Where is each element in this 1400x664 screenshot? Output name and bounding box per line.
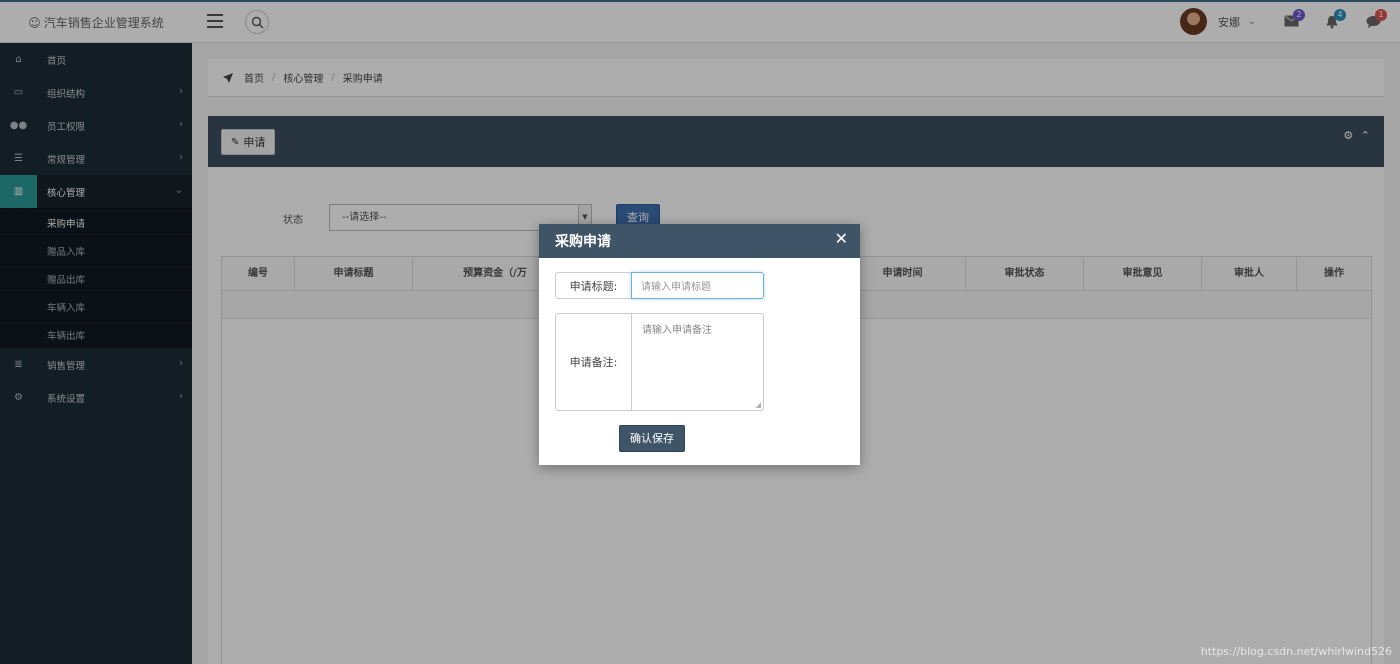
resize-grip-icon[interactable]: ◢ xyxy=(756,401,761,409)
title-form-row: 申请标题: 请输入申请标题 xyxy=(555,272,764,299)
note-form-row: 申请备注: 请输入申请备注 ◢ xyxy=(555,313,764,411)
purchase-request-modal: 采购申请 ✕ 申请标题: 请输入申请标题 申请备注: 请输入申请备注 ◢ 确认保… xyxy=(539,224,860,465)
note-placeholder: 请输入申请备注 xyxy=(642,325,712,336)
note-textarea[interactable]: 请输入申请备注 ◢ xyxy=(631,313,764,411)
modal-title: 采购申请 xyxy=(555,234,611,250)
close-icon[interactable]: ✕ xyxy=(835,231,848,247)
save-button[interactable]: 确认保存 xyxy=(619,425,685,452)
note-field-label: 申请备注: xyxy=(555,313,631,411)
modal-header: 采购申请 ✕ xyxy=(539,224,860,258)
title-input[interactable]: 请输入申请标题 xyxy=(631,272,764,299)
title-field-label: 申请标题: xyxy=(555,272,631,299)
watermark: https://blog.csdn.net/whirlwind526 xyxy=(1200,645,1392,658)
